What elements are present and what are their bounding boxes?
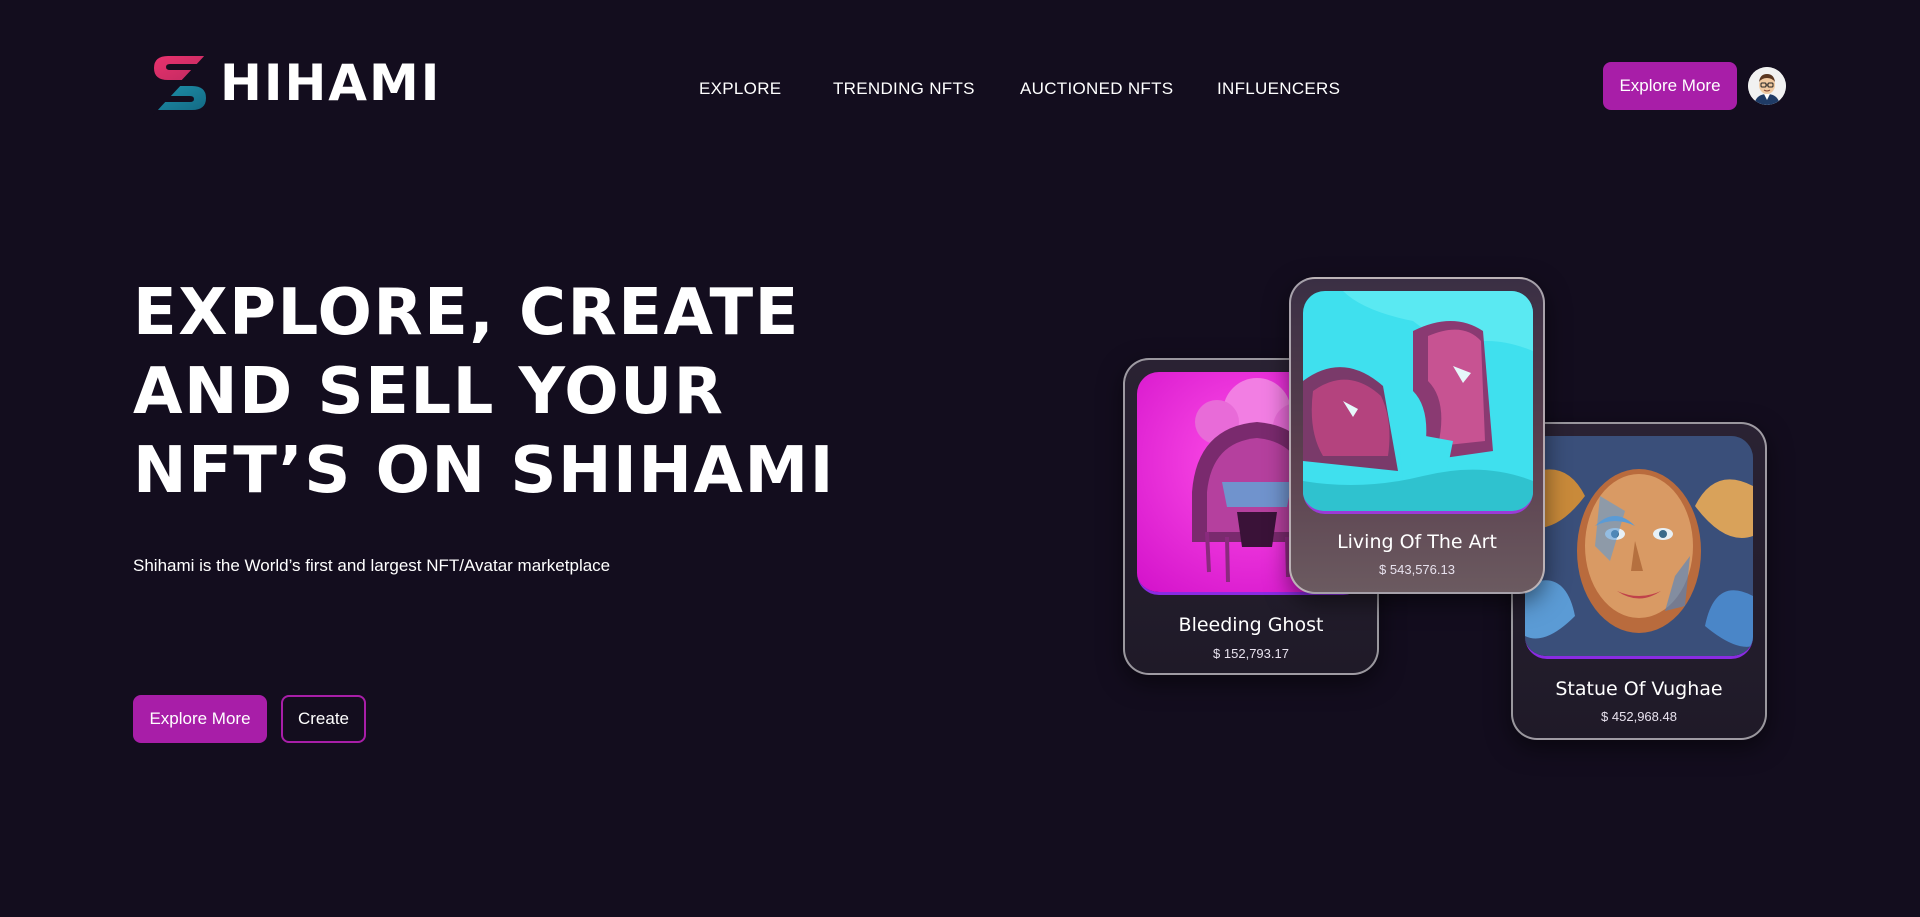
user-avatar-icon[interactable] <box>1748 67 1786 105</box>
hero-title: EXPLORE, CREATE AND SELL YOUR NFT’S ON S… <box>133 276 835 508</box>
hero-subtitle: Shihami is the World’s first and largest… <box>133 556 611 575</box>
page: HIHAMI EXPLORE TRENDING NFTS AUCTIONED N… <box>0 0 1920 917</box>
nft-card-title: Statue Of Vughae <box>1555 678 1723 700</box>
avatar-face-icon <box>1748 67 1786 105</box>
nft-image-statue-of-vughae <box>1525 436 1753 659</box>
nav-auctioned-nfts[interactable]: AUCTIONED NFTS <box>1020 79 1173 99</box>
brand-logo[interactable]: HIHAMI <box>148 50 441 116</box>
nft-card-price: $ 543,576.13 <box>1379 562 1455 577</box>
nft-image-living-of-the-art <box>1303 291 1533 514</box>
logo-s-icon <box>150 50 212 116</box>
nav-explore[interactable]: EXPLORE <box>699 79 781 99</box>
brand-name: HIHAMI <box>220 54 442 112</box>
nft-card-statue-of-vughae[interactable]: Statue Of Vughae $ 452,968.48 <box>1511 422 1767 740</box>
nft-card-title: Living Of The Art <box>1337 531 1497 553</box>
hero-explore-more-button[interactable]: Explore More <box>133 695 267 743</box>
header-explore-more-button[interactable]: Explore More <box>1603 62 1737 110</box>
nav-trending-nfts[interactable]: TRENDING NFTS <box>833 79 975 99</box>
create-button[interactable]: Create <box>281 695 366 743</box>
nav-influencers[interactable]: INFLUENCERS <box>1217 79 1340 99</box>
nft-card-title: Bleeding Ghost <box>1178 614 1324 636</box>
nft-card-price: $ 452,968.48 <box>1601 709 1677 724</box>
nft-card-price: $ 152,793.17 <box>1213 646 1289 661</box>
nft-card-living-of-the-art[interactable]: Living Of The Art $ 543,576.13 <box>1289 277 1545 594</box>
